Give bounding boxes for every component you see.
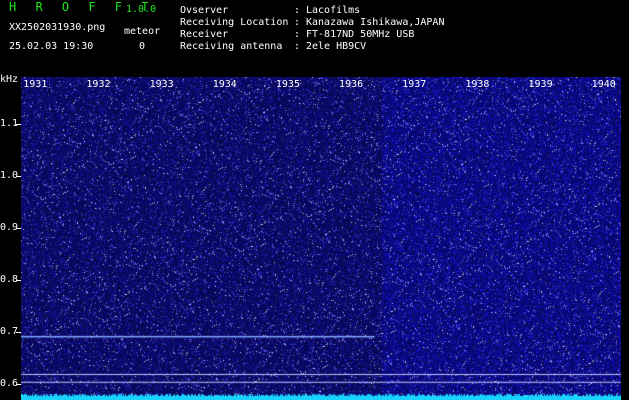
info-sep: : (294, 29, 301, 40)
date-time: 25.02.03 19:30 (9, 41, 94, 52)
x-tick-label: 1939 (528, 79, 553, 90)
x-tick-label: 1935 (275, 79, 300, 90)
x-tick-label: 1931 (23, 79, 48, 90)
y-tick-mark (16, 384, 21, 386)
x-tick-label: 1932 (86, 79, 111, 90)
y-tick-mark (16, 332, 21, 334)
x-tick-label: 1934 (212, 79, 237, 90)
meteor-label: meteor (124, 26, 161, 37)
info-value-receiver: FT-817ND 50MHz USB (306, 29, 415, 40)
info-value-observer: Lacofilms (306, 5, 361, 16)
y-tick-mark (16, 123, 21, 125)
info-key-observer: Ovserver (180, 5, 229, 16)
x-tick-label: 1936 (339, 79, 364, 90)
info-sep: : (294, 5, 301, 16)
info-key-location: Receiving Location (180, 17, 289, 28)
x-tick-label: 1940 (591, 79, 616, 90)
spectrogram (21, 77, 621, 400)
y-axis: 1.1 1.0 0.9 0.8 0.7 0.6 (0, 74, 21, 400)
header-panel: H R O F F T 1.0.0 XX2502031930.png meteo… (0, 0, 629, 74)
meteor-count: 0 (139, 41, 146, 52)
info-key-receiver: Receiver (180, 29, 229, 40)
y-tick-mark (16, 280, 21, 282)
info-value-antenna: 2ele HB9CV (306, 41, 367, 52)
y-tick-mark (16, 175, 21, 177)
x-tick-label: 1938 (465, 79, 490, 90)
info-key-antenna: Receiving antenna (180, 41, 283, 52)
app-version: 1.0.0 (126, 4, 157, 15)
info-sep: : (294, 41, 301, 52)
file-name: XX2502031930.png (9, 22, 106, 33)
info-sep: : (294, 17, 301, 28)
x-tick-label: 1937 (402, 79, 427, 90)
x-tick-label: 1933 (149, 79, 174, 90)
info-value-location: Kanazawa Ishikawa,JAPAN (306, 17, 445, 28)
y-tick-mark (16, 228, 21, 230)
